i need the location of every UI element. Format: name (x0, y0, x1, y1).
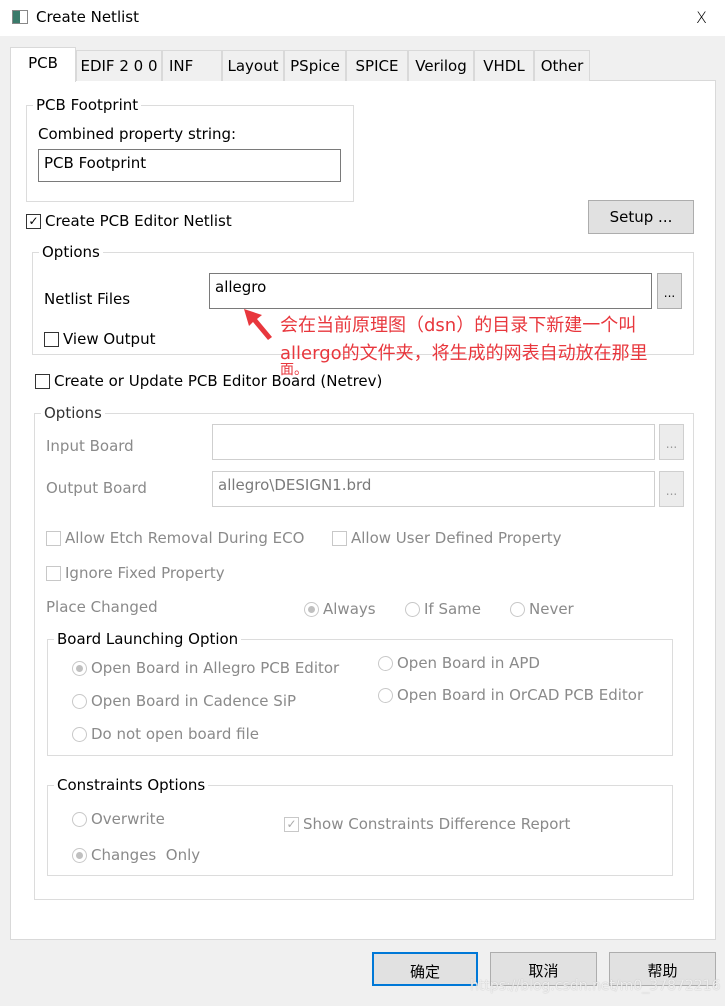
radio-label: Always (323, 600, 376, 618)
radio-icon (378, 687, 393, 703)
board-launch-legend: Board Launching Option (57, 630, 239, 648)
radio-open-sip[interactable]: Open Board in Cadence SiP (72, 692, 296, 710)
radio-open-apd[interactable]: Open Board in APD (378, 654, 540, 672)
radio-never[interactable]: Never (510, 600, 574, 618)
input-board-browse-button[interactable]: ... (659, 424, 684, 460)
allow-etch-label: Allow Etch Removal During ECO (65, 529, 305, 547)
radio-icon (510, 601, 525, 617)
checkmark-icon: ✓ (284, 816, 299, 832)
radio-overwrite[interactable]: Overwrite (72, 810, 165, 828)
ok-button[interactable]: 确定 (372, 952, 478, 986)
radio-label: Open Board in APD (397, 654, 540, 672)
tab-pcb[interactable]: PCB (10, 47, 76, 82)
allow-user-checkbox[interactable]: Allow User Defined Property (332, 529, 562, 547)
netlist-files-label: Netlist Files (44, 290, 131, 308)
radio-if-same[interactable]: If Same (405, 600, 481, 618)
options-legend-2: Options (44, 404, 102, 422)
combined-property-input[interactable]: PCB Footprint (38, 149, 341, 182)
output-board-input[interactable]: allegro\DESIGN1.brd (212, 471, 655, 507)
create-pcb-netlist-label: Create PCB Editor Netlist (45, 212, 232, 230)
radio-icon (378, 655, 393, 671)
tab-layout[interactable]: Layout (222, 50, 284, 81)
radio-label: Overwrite (91, 810, 165, 828)
radio-do-not-open[interactable]: Do not open board file (72, 725, 259, 743)
annotation-arrow (244, 309, 272, 340)
radio-label: Open Board in Cadence SiP (91, 692, 297, 710)
annotation-line: 会在当前原理图（dsn）的目录下新建一个叫 (280, 315, 637, 336)
radio-icon (72, 693, 87, 709)
radio-icon (72, 726, 87, 742)
input-board-input[interactable] (212, 424, 655, 460)
input-board-label: Input Board (46, 437, 134, 455)
radio-icon (304, 601, 319, 617)
view-output-label: View Output (63, 330, 156, 348)
view-output-checkbox[interactable]: View Output (44, 330, 155, 348)
tab-inf[interactable]: INF (162, 50, 222, 81)
allow-user-label: Allow User Defined Property (351, 529, 562, 547)
checkbox-box (44, 331, 59, 347)
netlist-files-input[interactable]: allegro (209, 273, 652, 309)
combined-property-label: Combined property string: (38, 125, 237, 143)
constraints-legend: Constraints Options (57, 776, 206, 794)
radio-label: Never (529, 600, 574, 618)
checkbox-box (46, 565, 61, 581)
tab-spice[interactable]: SPICE (346, 50, 408, 81)
allow-etch-checkbox[interactable]: Allow Etch Removal During ECO (46, 529, 304, 547)
app-icon (12, 10, 28, 24)
show-report-label: Show Constraints Difference Report (303, 815, 571, 833)
radio-label: Do not open board file (91, 725, 259, 743)
watermark: https://blog.csdn.net/m0_37872216 (470, 978, 721, 994)
pcb-footprint-legend: PCB Footprint (36, 96, 139, 114)
checkbox-box (46, 530, 61, 546)
radio-icon (72, 847, 87, 863)
show-report-checkbox[interactable]: ✓ Show Constraints Difference Report (284, 815, 570, 833)
checkbox-box (332, 530, 347, 546)
title-bar: Create Netlist X (0, 0, 725, 36)
ignore-fixed-checkbox[interactable]: Ignore Fixed Property (46, 564, 225, 582)
setup-button[interactable]: Setup ... (588, 200, 694, 234)
output-board-label: Output Board (46, 479, 147, 497)
radio-open-orcad[interactable]: Open Board in OrCAD PCB Editor (378, 686, 643, 704)
radio-label: If Same (424, 600, 482, 618)
radio-changes-only[interactable]: Changes Only (72, 846, 200, 864)
place-changed-label: Place Changed (46, 598, 158, 616)
tab-edif[interactable]: EDIF 2 0 0 (76, 50, 162, 81)
create-pcb-netlist-checkbox[interactable]: ✓ Create PCB Editor Netlist (26, 212, 232, 230)
close-icon[interactable]: X (696, 8, 707, 27)
output-board-browse-button[interactable]: ... (659, 471, 684, 507)
radio-open-allegro[interactable]: Open Board in Allegro PCB Editor (72, 659, 339, 677)
tab-verilog[interactable]: Verilog (408, 50, 474, 81)
annotation-line: allergo的文件夹，将生成的网表自动放在那里 (280, 343, 648, 364)
radio-label: Changes Only (91, 846, 201, 864)
options-legend-1: Options (42, 243, 100, 261)
annotation-note: 会在当前原理图（dsn）的目录下新建一个叫 allergo的文件夹，将生成的网表… (280, 312, 648, 378)
tab-other[interactable]: Other (534, 50, 590, 81)
radio-label: Open Board in OrCAD PCB Editor (397, 686, 644, 704)
ignore-fixed-label: Ignore Fixed Property (65, 564, 225, 582)
tab-vhdl[interactable]: VHDL (474, 50, 534, 81)
radio-icon (72, 811, 87, 827)
tab-pspice[interactable]: PSpice (284, 50, 346, 81)
checkmark-icon: ✓ (26, 213, 41, 229)
radio-icon (405, 601, 420, 617)
netlist-browse-button[interactable]: ... (657, 273, 682, 309)
checkbox-box (35, 373, 50, 389)
radio-always[interactable]: Always (304, 600, 376, 618)
radio-label: Open Board in Allegro PCB Editor (91, 659, 340, 677)
radio-icon (72, 660, 87, 676)
window-title: Create Netlist (36, 8, 139, 26)
